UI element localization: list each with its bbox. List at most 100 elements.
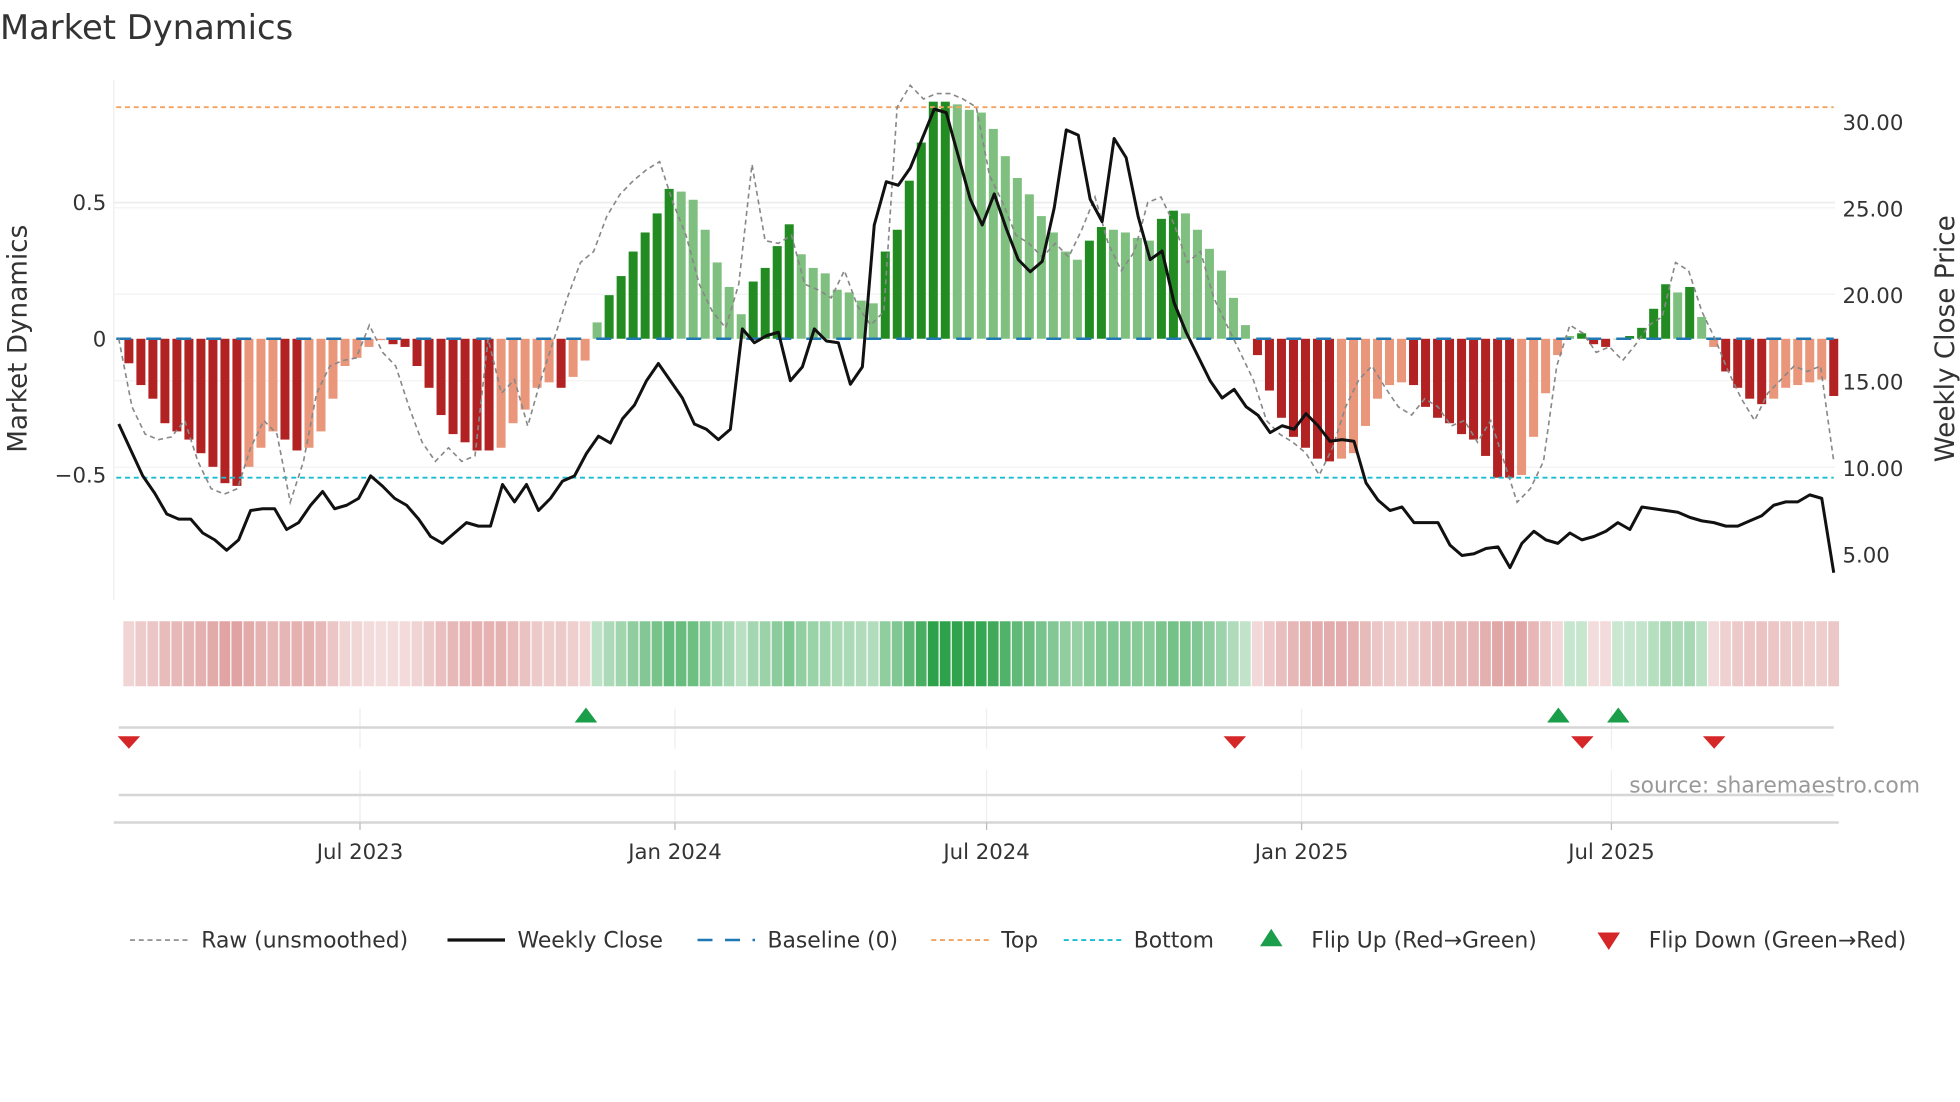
dynamics-bar	[1264, 338, 1274, 391]
dynamics-bar	[1385, 338, 1395, 386]
heatmap-cell	[1384, 621, 1395, 687]
heatmap-cell	[1360, 621, 1371, 687]
heatmap-cell	[1480, 621, 1491, 687]
heatmap-cell	[123, 621, 135, 687]
heatmap-cell	[1636, 621, 1647, 687]
dynamics-bar	[1685, 286, 1695, 339]
heatmap-cell	[639, 621, 651, 687]
heatmap-cell	[1468, 621, 1479, 687]
heatmap-cell	[471, 621, 483, 687]
heatmap-cell	[183, 621, 195, 687]
dynamics-bar	[1060, 251, 1070, 339]
source-label: source: sharemaestro.com	[1629, 774, 1920, 799]
dynamics-bar	[196, 338, 206, 454]
heatmap-cell	[1251, 621, 1263, 687]
dynamics-bar	[340, 338, 350, 366]
dynamics-bar	[724, 286, 734, 339]
dynamics-bar	[1745, 338, 1755, 399]
heatmap-cell	[687, 621, 699, 687]
heatmap-cell	[327, 621, 339, 687]
dynamics-bar	[592, 322, 602, 339]
heatmap-cell	[1444, 621, 1455, 687]
heatmap-cell	[1456, 621, 1467, 687]
heatmap-cell	[1336, 621, 1347, 687]
heatmap-cell	[1059, 621, 1071, 687]
heatmap-cell	[1215, 621, 1227, 687]
heatmap-cell	[1528, 621, 1539, 687]
x-tick-label: Jan 2025	[1253, 840, 1349, 865]
grid-lines	[113, 201, 1839, 831]
dynamics-bar	[316, 338, 326, 432]
heatmap-cell	[1179, 621, 1191, 687]
dynamics-bar	[664, 188, 674, 339]
y2-axis-label: Weekly Close Price	[1931, 215, 1960, 462]
heatmap-cell	[1720, 621, 1731, 687]
heatmap-cell	[447, 621, 459, 687]
heatmap-cell	[1780, 621, 1791, 687]
flip-up-marker	[1547, 707, 1570, 723]
heatmap-cell	[483, 621, 495, 687]
dynamics-bar	[1457, 338, 1467, 435]
legend-raw-label: Raw (unsmoothed)	[201, 929, 408, 954]
heatmap-cell	[867, 621, 879, 687]
dynamics-bar	[1288, 338, 1298, 437]
heatmap-cell	[1143, 621, 1155, 687]
x-tick-label: Jan 2024	[626, 840, 722, 865]
heatmap-cell	[963, 621, 975, 687]
heatmap-cell	[1227, 621, 1239, 687]
dynamics-bar	[460, 338, 470, 443]
heatmap-cell	[1348, 621, 1359, 687]
dynamics-bar	[1733, 338, 1743, 388]
dynamics-bar	[1156, 218, 1166, 339]
dynamics-bar	[1312, 338, 1322, 459]
flip-down-marker	[1702, 736, 1726, 749]
dynamics-bar	[1300, 338, 1310, 448]
heatmap-cell	[591, 621, 603, 687]
y2-tick-label: 5.00	[1843, 544, 1890, 569]
heatmap-cell	[1612, 621, 1623, 687]
heatmap-cell	[1576, 621, 1587, 687]
heatmap-cell	[1191, 621, 1203, 687]
dynamics-bar	[448, 338, 458, 435]
heatmap-cell	[663, 621, 675, 687]
dynamics-bar	[676, 191, 686, 339]
heatmap-cell	[615, 621, 627, 687]
heatmap-cell	[1624, 621, 1635, 687]
flip-up-marker	[1607, 707, 1630, 723]
heatmap-cell	[915, 621, 927, 687]
dynamics-bar	[280, 338, 290, 440]
dynamics-bar	[124, 338, 134, 364]
heatmap-cell	[1167, 621, 1179, 687]
y-axis-ticks: 0.5 0 −0.5	[55, 191, 107, 489]
dynamics-bar	[940, 101, 950, 339]
heatmap-cell	[375, 621, 387, 687]
heatmap-cell	[1828, 621, 1840, 687]
dynamics-bar	[1601, 338, 1611, 347]
heatmap-cell	[411, 621, 423, 687]
dynamics-bar	[1697, 316, 1707, 339]
y2-tick-label: 15.00	[1843, 371, 1904, 396]
heatmap-cell	[1816, 621, 1827, 687]
heatmap-cell	[1732, 621, 1743, 687]
heatmap-cell	[855, 621, 867, 687]
dynamics-bar	[688, 199, 698, 339]
heatmap-cell	[1684, 621, 1695, 687]
heatmap-cell	[459, 621, 471, 687]
dynamics-bar	[1793, 338, 1803, 386]
heatmap-cell	[435, 621, 447, 687]
dynamics-bar	[220, 338, 230, 484]
heatmap-cell	[807, 621, 819, 687]
dynamics-bar	[1673, 292, 1683, 339]
series-lines	[117, 84, 1836, 573]
dynamics-bar	[1817, 338, 1827, 380]
heatmap-cell	[291, 621, 303, 687]
heatmap-cell	[543, 621, 555, 687]
dynamics-bar	[1661, 284, 1671, 339]
heatmap-strip	[123, 621, 1840, 687]
heatmap-cell	[879, 621, 891, 687]
y-axis-label: Market Dynamics	[3, 225, 33, 453]
dynamics-bar	[916, 142, 926, 339]
flip-up-marker	[574, 707, 598, 723]
flip-down-marker	[1223, 736, 1247, 749]
heatmap-cell	[1756, 621, 1767, 687]
